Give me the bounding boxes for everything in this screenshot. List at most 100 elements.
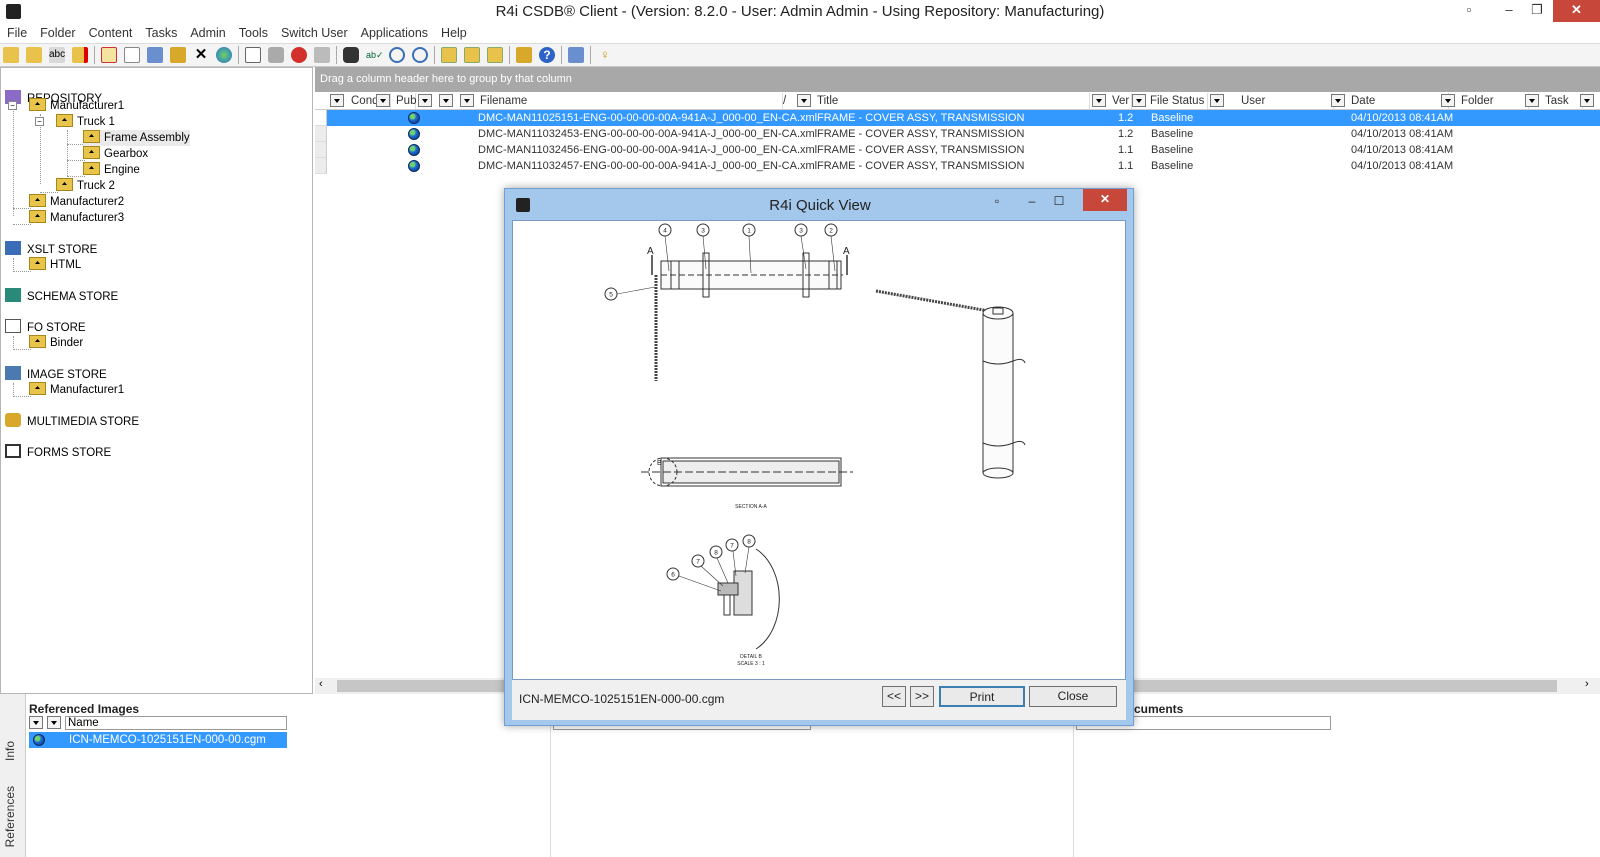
pub-filter-dropdown[interactable] bbox=[418, 94, 432, 107]
tree-node-engine[interactable]: Engine bbox=[83, 162, 140, 178]
help-icon[interactable]: ? bbox=[539, 47, 555, 63]
refresh-icon[interactable] bbox=[412, 47, 428, 63]
previous-button[interactable]: << bbox=[882, 686, 906, 707]
tree-node-multimedia-store[interactable]: MULTIMEDIA STORE bbox=[5, 413, 139, 429]
tree-node-schema-store[interactable]: SCHEMA STORE bbox=[5, 288, 118, 304]
menu-help[interactable]: Help bbox=[434, 24, 473, 42]
key-icon[interactable] bbox=[516, 47, 532, 63]
open-folder-icon[interactable] bbox=[3, 47, 19, 63]
globe-icon[interactable] bbox=[216, 47, 232, 63]
table-row[interactable]: DMC-MAN11032453-ENG-00-00-00-00A-941A-J_… bbox=[315, 126, 1600, 142]
minimize-button[interactable]: – bbox=[1495, 0, 1523, 22]
user-filter-dropdown[interactable] bbox=[1210, 94, 1224, 107]
menu-applications[interactable]: Applications bbox=[354, 24, 434, 42]
import-icon[interactable] bbox=[147, 47, 163, 63]
menu-content[interactable]: Content bbox=[82, 24, 139, 42]
column-file-status[interactable]: File Status bbox=[1148, 93, 1208, 109]
ver-filter-dropdown[interactable] bbox=[1092, 94, 1106, 107]
tab-info[interactable]: Info bbox=[3, 741, 17, 761]
restore-icon[interactable]: ▫ bbox=[1455, 0, 1483, 22]
users-icon[interactable] bbox=[568, 47, 584, 63]
table-row[interactable]: DMC-MAN11025151-ENG-00-00-00-00A-941A-J_… bbox=[315, 110, 1600, 126]
date-filter-dropdown[interactable] bbox=[1331, 94, 1345, 107]
table-row[interactable]: DMC-MAN11032457-ENG-00-00-00-00A-941A-J_… bbox=[315, 158, 1600, 174]
drawing-viewer[interactable]: A A 4 3 1 3 2 5 B SECTION A-A 6 7 8 7 8 … bbox=[512, 220, 1126, 680]
maximize-button[interactable]: ☐ bbox=[1037, 191, 1081, 211]
edit-icon[interactable] bbox=[101, 47, 117, 63]
cond-filter-dropdown[interactable] bbox=[376, 94, 390, 107]
scroll-right-icon[interactable]: › bbox=[1585, 678, 1589, 690]
column-filename[interactable]: Filename bbox=[478, 93, 783, 109]
binoculars-icon[interactable] bbox=[343, 47, 359, 63]
disk-icon[interactable] bbox=[268, 47, 284, 63]
tree-node-manufacturer3[interactable]: Manufacturer3 bbox=[29, 210, 124, 226]
dialog-close-icon[interactable]: ✕ bbox=[1083, 189, 1127, 211]
title-filter-dropdown[interactable] bbox=[797, 94, 811, 107]
referenced-image-item[interactable]: ICN-MEMCO-1025151EN-000-00.cgm bbox=[29, 732, 287, 748]
tree-node-fo-store[interactable]: FO STORE bbox=[5, 319, 86, 335]
tree-node-manufacturer2[interactable]: Manufacturer2 bbox=[29, 194, 124, 210]
tree-node-image-manufacturer1[interactable]: Manufacturer1 bbox=[29, 382, 124, 398]
tree-node-xslt-store[interactable]: XSLT STORE bbox=[5, 241, 97, 257]
close-window-button[interactable]: ✕ bbox=[1553, 0, 1600, 22]
undo-icon[interactable] bbox=[389, 47, 405, 63]
delete-folder-icon[interactable] bbox=[72, 47, 88, 63]
column-pub[interactable]: Pub bbox=[394, 93, 416, 109]
column-folder[interactable]: Folder bbox=[1459, 93, 1529, 109]
tree-node-truck1[interactable]: Truck 1 bbox=[56, 114, 115, 130]
status-filter-dropdown[interactable] bbox=[1132, 94, 1146, 107]
print-button[interactable]: Print bbox=[939, 686, 1025, 707]
tab-references[interactable]: References bbox=[3, 786, 17, 847]
column-ver[interactable]: Ver bbox=[1110, 93, 1132, 109]
tree-node-html[interactable]: HTML bbox=[29, 257, 81, 273]
menu-folder[interactable]: Folder bbox=[33, 24, 81, 42]
tree-node-frame-assembly[interactable]: Frame Assembly bbox=[83, 130, 190, 146]
tree-node-truck2[interactable]: Truck 2 bbox=[56, 178, 115, 194]
next-button[interactable]: >> bbox=[910, 686, 934, 707]
menu-switch-user[interactable]: Switch User bbox=[274, 24, 354, 42]
book-icon[interactable] bbox=[245, 47, 261, 63]
menu-admin[interactable]: Admin bbox=[183, 24, 231, 42]
export-icon[interactable] bbox=[441, 47, 457, 63]
new-folder-icon[interactable] bbox=[26, 47, 42, 63]
tree-node-gearbox[interactable]: Gearbox bbox=[83, 146, 148, 162]
link-icon[interactable] bbox=[314, 47, 330, 63]
column-date[interactable]: Date bbox=[1349, 93, 1449, 109]
tree-node-manufacturer1[interactable]: Manufacturer1 bbox=[29, 98, 124, 114]
menu-tools[interactable]: Tools bbox=[232, 24, 274, 42]
maximize-button[interactable]: ❐ bbox=[1523, 0, 1551, 22]
info-icon[interactable]: ♀ bbox=[597, 47, 613, 63]
column-title[interactable]: Title bbox=[815, 93, 1090, 109]
folder-filter-dropdown[interactable] bbox=[1441, 94, 1455, 107]
menu-file[interactable]: File bbox=[0, 24, 33, 42]
table-row[interactable]: DMC-MAN11032456-ENG-00-00-00-00A-941A-J_… bbox=[315, 142, 1600, 158]
filter-dropdown[interactable] bbox=[439, 94, 453, 107]
close-button[interactable]: Close bbox=[1029, 686, 1117, 707]
task-dropdown[interactable] bbox=[1580, 94, 1594, 107]
column-task[interactable]: Task bbox=[1543, 93, 1583, 109]
menu-tasks[interactable]: Tasks bbox=[138, 24, 183, 42]
spellcheck-icon[interactable]: ab✓ bbox=[366, 47, 384, 63]
filter-dropdown[interactable] bbox=[47, 716, 61, 729]
new-document-icon[interactable] bbox=[124, 47, 140, 63]
tree-node-forms-store[interactable]: FORMS STORE bbox=[5, 444, 111, 460]
stop-icon[interactable] bbox=[291, 47, 307, 63]
lock-icon[interactable] bbox=[170, 47, 186, 63]
spell-icon[interactable]: abc bbox=[49, 47, 65, 63]
scroll-left-icon[interactable]: ‹ bbox=[319, 678, 323, 690]
collapse-icon[interactable]: − bbox=[35, 117, 44, 126]
callout-label: 3 bbox=[701, 228, 705, 235]
column-chooser-dropdown[interactable] bbox=[29, 716, 43, 729]
delete-icon[interactable]: ✕ bbox=[193, 47, 209, 63]
task-filter-dropdown[interactable] bbox=[1525, 94, 1539, 107]
tree-node-image-store[interactable]: IMAGE STORE bbox=[5, 366, 107, 382]
publish-icon[interactable] bbox=[487, 47, 503, 63]
column-user[interactable]: User bbox=[1239, 93, 1334, 109]
collapse-icon[interactable]: − bbox=[8, 101, 17, 110]
column-name[interactable]: Name bbox=[65, 716, 287, 730]
export-alt-icon[interactable] bbox=[464, 47, 480, 63]
filename-filter-dropdown[interactable] bbox=[460, 94, 474, 107]
tree-node-binder[interactable]: Binder bbox=[29, 335, 83, 351]
column-chooser-dropdown[interactable] bbox=[330, 94, 344, 107]
group-by-area[interactable]: Drag a column header here to group by th… bbox=[315, 67, 1600, 92]
